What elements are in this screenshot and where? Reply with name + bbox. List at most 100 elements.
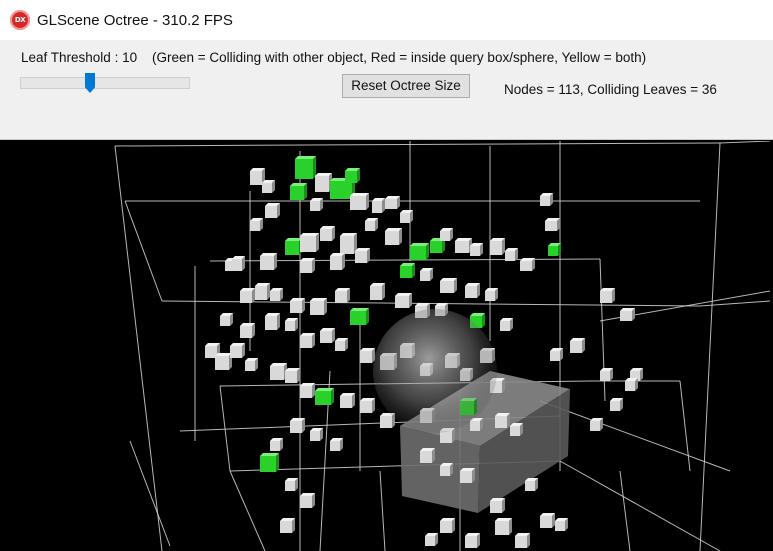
cube-face (360, 401, 372, 413)
cube-face (495, 416, 507, 428)
cube-face (465, 286, 477, 298)
color-legend-text: (Green = Colliding with other object, Re… (152, 50, 647, 65)
scene-cube (620, 308, 635, 321)
cube-face (335, 291, 347, 303)
scene-cube (550, 348, 563, 361)
scene-cube (600, 288, 615, 303)
scene-cube (265, 313, 280, 330)
scene-cube (255, 283, 270, 300)
cube-face (335, 341, 345, 351)
scene-cube (310, 298, 327, 315)
scene-cube (270, 288, 283, 301)
cube-face (255, 286, 267, 300)
scene-cube (590, 418, 603, 431)
slider-thumb[interactable] (85, 73, 95, 93)
octree-stats-text: Nodes = 113, Colliding Leaves = 36 (504, 82, 717, 97)
scene-cube (505, 248, 518, 261)
scene-cube (350, 193, 369, 210)
cube-face (400, 213, 410, 223)
control-panel: Leaf Threshold : 10 (Green = Colliding w… (0, 40, 773, 140)
scene-cube (420, 448, 435, 463)
scene-cube (360, 398, 375, 413)
reset-octree-size-button[interactable]: Reset Octree Size (342, 74, 470, 98)
scene-cube (250, 218, 263, 231)
octree-scene[interactable] (0, 141, 773, 551)
leaf-threshold-label: Leaf Threshold : 10 (21, 50, 138, 65)
octree-grid-line (219, 385, 231, 472)
cube-face (440, 431, 452, 443)
scene-cube (320, 226, 335, 241)
scene-cube (330, 253, 345, 270)
cube-face (600, 291, 612, 303)
scene-cube (262, 180, 275, 193)
cube-face (270, 366, 284, 380)
scene-cube (335, 288, 350, 303)
cube-face (310, 431, 320, 441)
scene-cube (245, 358, 258, 371)
cube-face (350, 193, 369, 196)
slider-track[interactable] (20, 77, 190, 89)
cube-face (295, 159, 313, 179)
scene-cube (270, 363, 287, 380)
scene-cube (290, 298, 305, 313)
cube-face (370, 286, 382, 300)
cube-face (276, 453, 279, 472)
scene-cube (625, 378, 638, 391)
cube-face (300, 336, 312, 348)
cube-face (555, 521, 565, 531)
cube-face (520, 261, 532, 271)
octree-grid-line (559, 460, 721, 551)
cube-face (545, 221, 557, 231)
cube-face (440, 281, 454, 293)
cube-face (460, 471, 472, 483)
cube-face (330, 256, 342, 270)
leaf-threshold-slider[interactable] (20, 71, 190, 93)
title-bar: DX GLScene Octree - 310.2 FPS (0, 0, 773, 40)
scene-cube (440, 228, 453, 241)
cube-face (355, 251, 367, 263)
scene-cube (570, 338, 585, 353)
3d-viewport[interactable] (0, 141, 773, 551)
scene-cube (510, 423, 523, 436)
cube-face (495, 518, 512, 521)
cube-face (365, 221, 375, 231)
octree-grid-line (229, 470, 266, 551)
cube-face (274, 253, 277, 270)
colliding-cube (295, 156, 316, 179)
cube-face (440, 521, 452, 533)
cube-face (315, 388, 334, 391)
octree-grid-line (679, 380, 691, 472)
scene-cube (470, 243, 483, 256)
scene-cube (265, 203, 280, 218)
octree-grid-line (114, 142, 721, 147)
cube-face (440, 278, 457, 281)
scene-cube (555, 518, 568, 531)
cube-face (372, 201, 382, 213)
cube-face (342, 253, 345, 270)
cube-face (330, 441, 340, 451)
colliding-cube (548, 243, 561, 256)
cube-face (490, 501, 502, 513)
colliding-cube (290, 183, 307, 200)
cube-face (300, 236, 316, 252)
cube-face (395, 293, 412, 296)
cube-face (495, 521, 509, 535)
octree-grid-line (114, 145, 163, 551)
cube-face (315, 176, 329, 192)
scene-cube (372, 198, 385, 213)
scene-cube (540, 193, 553, 206)
scene-cube (300, 333, 315, 348)
cube-face (600, 371, 610, 381)
scene-cube (385, 228, 402, 245)
scene-cube (460, 468, 475, 483)
scene-cube (230, 343, 245, 358)
cube-face (290, 301, 302, 313)
glscene-app-icon: DX (10, 10, 30, 30)
cube-face (260, 453, 279, 456)
scene-cube (385, 196, 400, 209)
scene-cube (315, 173, 332, 192)
cube-face (300, 386, 312, 398)
scene-cube (490, 238, 505, 255)
scene-cube (215, 353, 232, 370)
cube-face (310, 298, 327, 301)
